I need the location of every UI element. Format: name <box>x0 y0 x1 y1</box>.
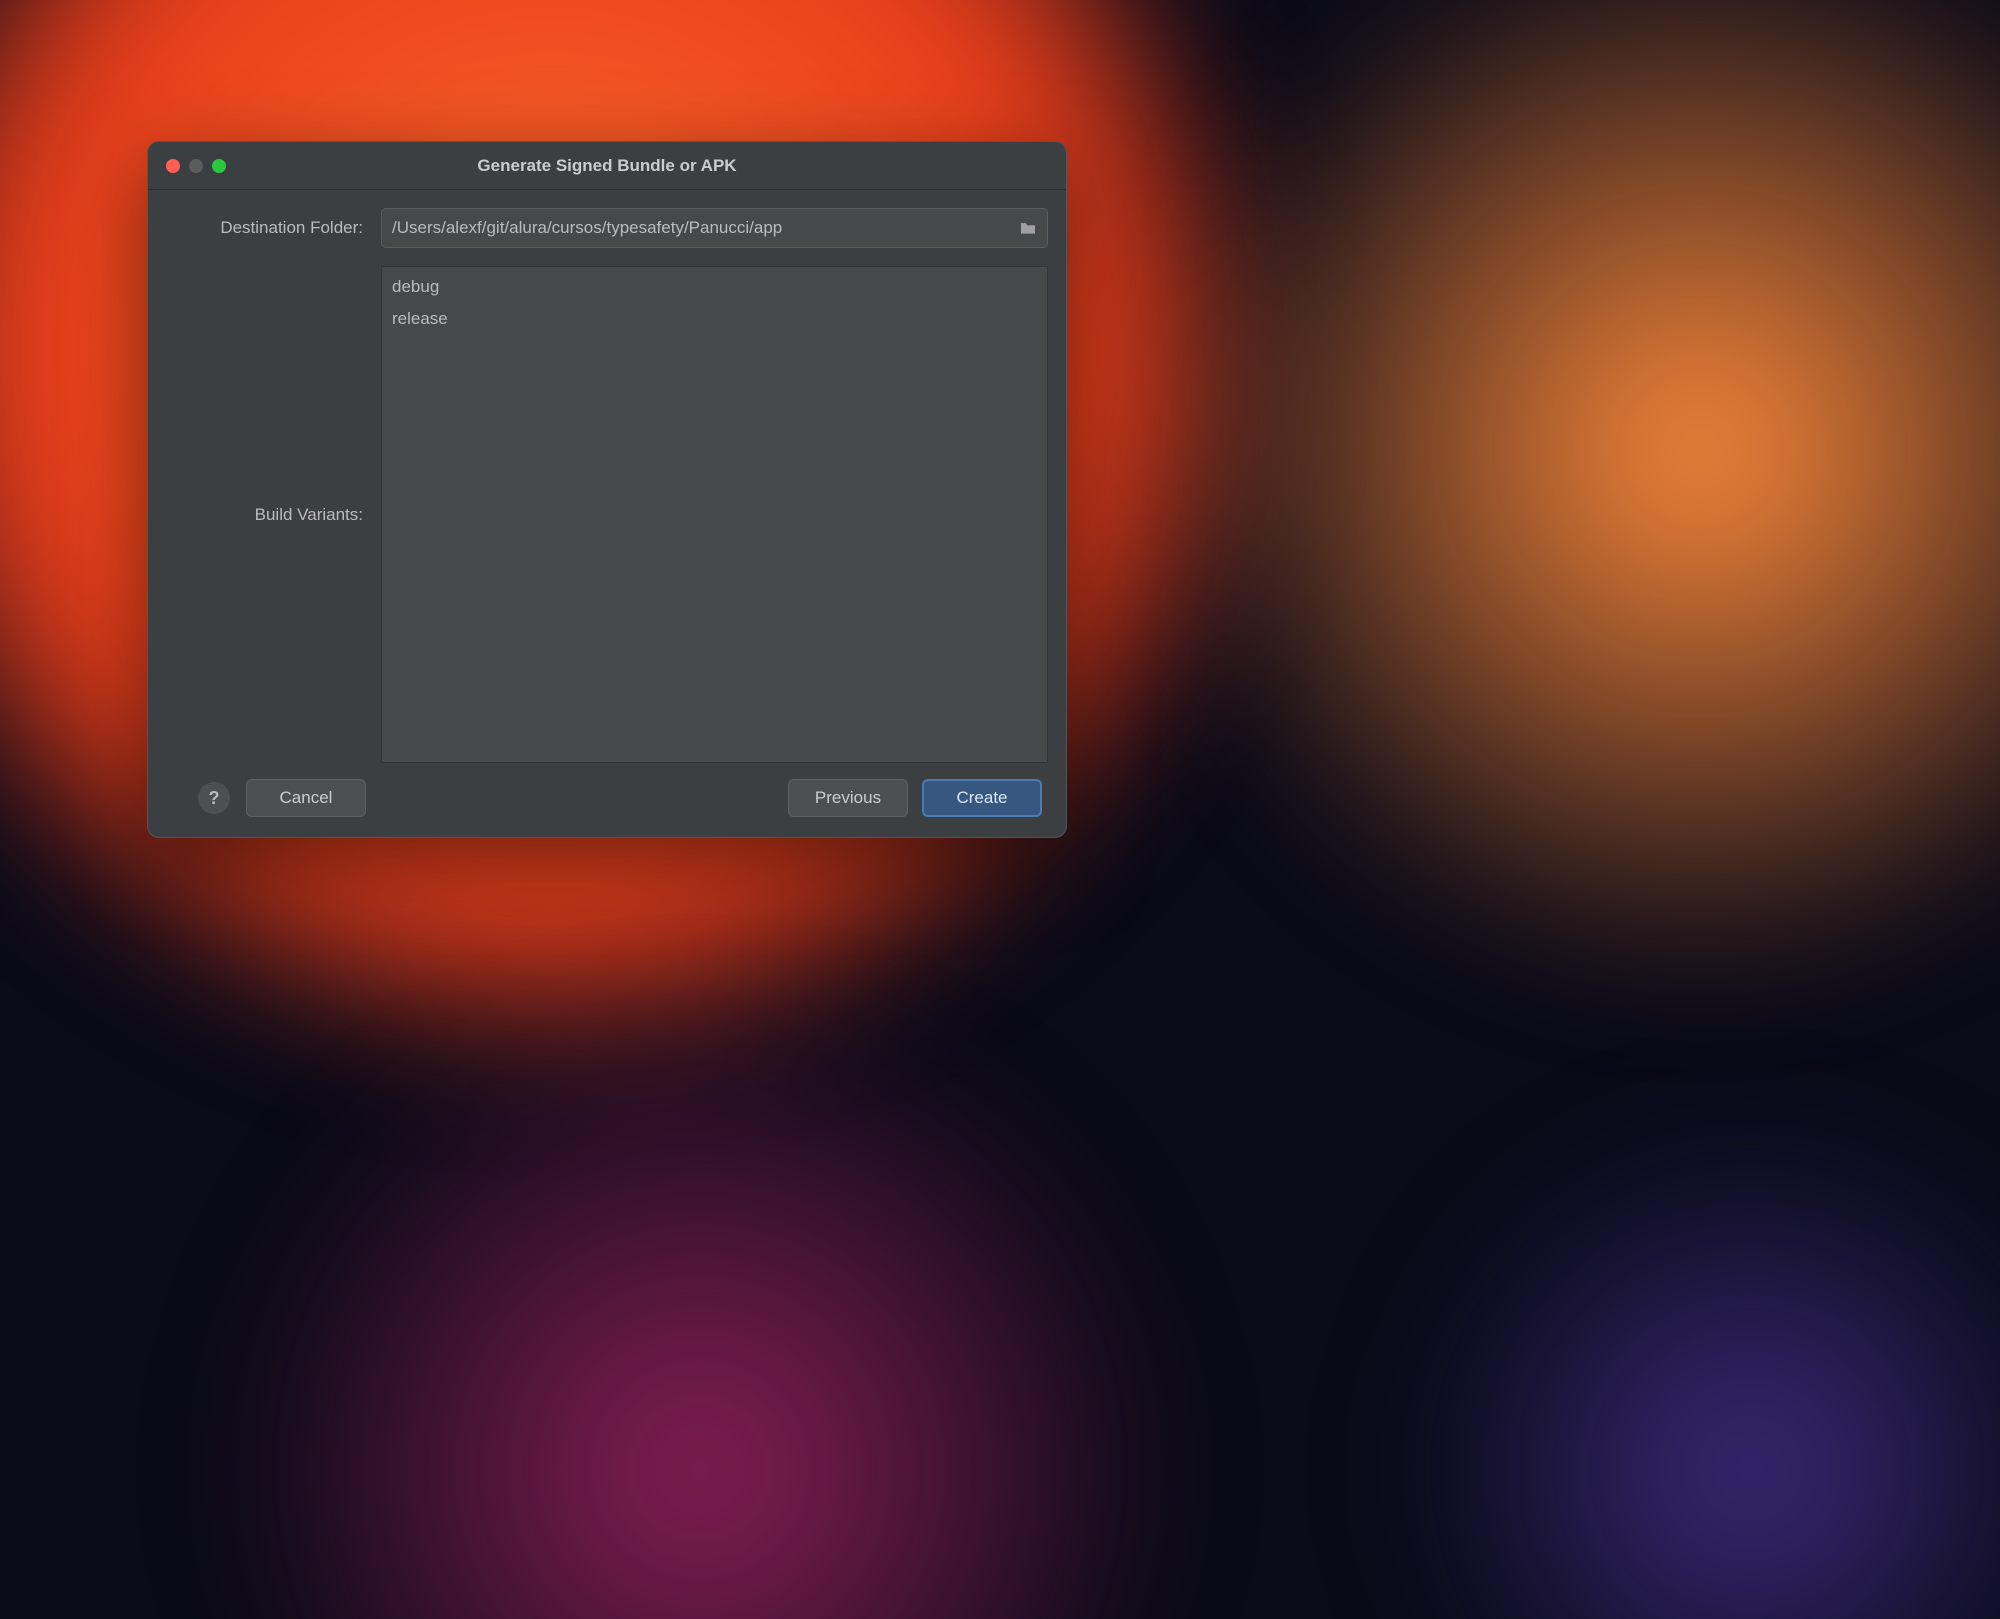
help-button[interactable]: ? <box>198 782 230 814</box>
cancel-button[interactable]: Cancel <box>246 779 366 817</box>
titlebar: Generate Signed Bundle or APK <box>148 142 1066 190</box>
dialog-footer: ? Cancel Previous Create <box>148 777 1066 837</box>
window-controls <box>148 159 226 173</box>
zoom-icon[interactable] <box>212 159 226 173</box>
folder-icon[interactable] <box>1019 221 1037 235</box>
create-button[interactable]: Create <box>922 779 1042 817</box>
list-item[interactable]: debug <box>388 271 1041 303</box>
minimize-icon <box>189 159 203 173</box>
build-variants-list[interactable]: debug release <box>381 266 1048 763</box>
dialog-window: Generate Signed Bundle or APK Destinatio… <box>147 141 1067 838</box>
destination-folder-value: /Users/alexf/git/alura/cursos/typesafety… <box>392 218 1011 238</box>
previous-button[interactable]: Previous <box>788 779 908 817</box>
dialog-content: Destination Folder: /Users/alexf/git/alu… <box>148 190 1066 777</box>
destination-row: Destination Folder: /Users/alexf/git/alu… <box>166 208 1048 248</box>
destination-label: Destination Folder: <box>166 218 381 238</box>
variants-label: Build Variants: <box>166 266 381 763</box>
variants-row: Build Variants: debug release <box>166 266 1048 763</box>
destination-folder-field[interactable]: /Users/alexf/git/alura/cursos/typesafety… <box>381 208 1048 248</box>
window-title: Generate Signed Bundle or APK <box>148 156 1066 176</box>
list-item[interactable]: release <box>388 303 1041 335</box>
close-icon[interactable] <box>166 159 180 173</box>
